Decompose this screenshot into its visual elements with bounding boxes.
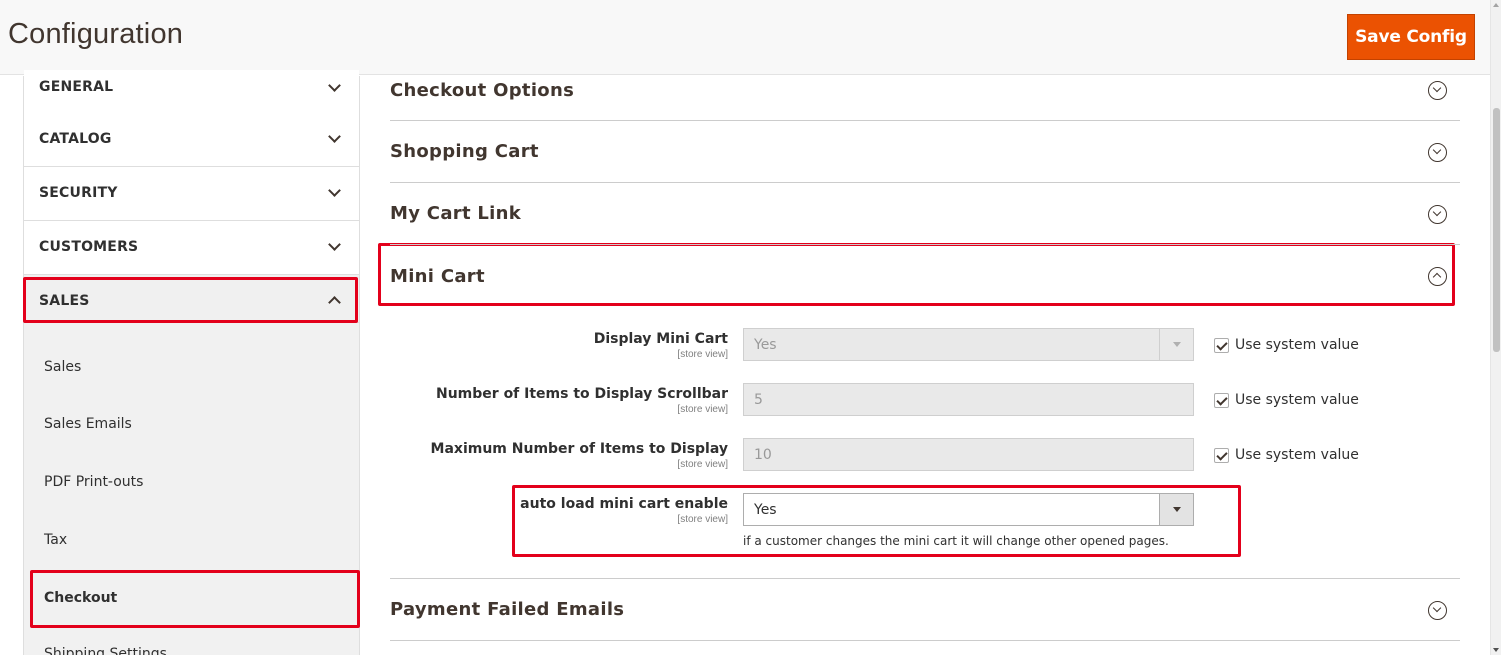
config-sidebar: GENERAL CATALOG SECURITY CUSTOMERS SALES… [23, 70, 360, 655]
sidebar-tab-catalog[interactable]: CATALOG [24, 112, 359, 167]
scroll-up-arrow-icon[interactable] [1493, 3, 1499, 7]
section-title: Shopping Cart [390, 141, 539, 162]
scrollbar-thumb[interactable] [1493, 108, 1500, 352]
dropdown-arrow-icon [1159, 329, 1193, 360]
sidebar-tab-label: CUSTOMERS [39, 239, 139, 255]
field-display-mini-cart: Display Mini Cart [store view] Yes Use s… [390, 328, 1460, 381]
max-items-input: 10 [743, 438, 1194, 471]
use-system-value-checkbox[interactable]: Use system value [1214, 337, 1359, 353]
chevron-down-icon [328, 130, 341, 143]
sidebar-item-sales[interactable]: Sales [44, 359, 81, 375]
checkbox-label: Use system value [1235, 447, 1359, 463]
auto-load-mini-cart-select[interactable]: Yes [743, 493, 1194, 526]
expand-circle-icon[interactable] [1428, 205, 1447, 224]
sidebar-item-tax[interactable]: Tax [44, 532, 67, 548]
page-scrollbar[interactable] [1490, 0, 1501, 655]
field-note: if a customer changes the mini cart it w… [743, 534, 1169, 548]
chevron-down-icon [328, 184, 341, 197]
section-title: Checkout Options [390, 80, 575, 101]
field-label: Display Mini Cart [593, 331, 728, 347]
highlight-box-checkout-item [30, 570, 360, 628]
checkbox-checked-icon[interactable] [1214, 392, 1229, 408]
scope-label: [store view] [677, 404, 728, 415]
page-title: Configuration [8, 18, 184, 50]
select-value: Yes [754, 502, 777, 518]
field-items-scrollbar: Number of Items to Display Scrollbar [st… [390, 383, 1460, 436]
field-label: Number of Items to Display Scrollbar [436, 386, 728, 402]
section-title[interactable]: Mini Cart [390, 266, 485, 287]
expand-circle-icon[interactable] [1428, 601, 1447, 620]
checkbox-checked-icon[interactable] [1214, 447, 1229, 463]
section-shopping-cart[interactable]: Shopping Cart [390, 121, 1460, 183]
field-label: auto load mini cart enable [520, 496, 728, 512]
sidebar-tab-customers[interactable]: CUSTOMERS [24, 221, 359, 275]
sidebar-tab-label: CATALOG [39, 131, 112, 147]
use-system-value-checkbox[interactable]: Use system value [1214, 447, 1359, 463]
sidebar-item-pdf-printouts[interactable]: PDF Print-outs [44, 474, 143, 490]
sidebar-tab-label: SECURITY [39, 185, 118, 201]
sidebar-item-sales-emails[interactable]: Sales Emails [44, 416, 132, 432]
select-value: Yes [754, 337, 777, 353]
input-value: 5 [754, 392, 763, 408]
collapse-circle-icon[interactable] [1428, 267, 1447, 286]
scope-label: [store view] [677, 514, 728, 525]
page-header: Configuration Save Config [0, 0, 1490, 75]
scope-label: [store view] [677, 459, 728, 470]
field-auto-load-mini-cart: auto load mini cart enable [store view] … [390, 493, 1460, 548]
highlight-box-sales-tab [23, 277, 358, 323]
checkbox-label: Use system value [1235, 337, 1359, 353]
dropdown-arrow-icon[interactable] [1159, 494, 1193, 525]
display-mini-cart-select: Yes [743, 328, 1194, 361]
input-value: 10 [754, 447, 772, 463]
field-label: Maximum Number of Items to Display [430, 441, 728, 457]
chevron-down-icon [328, 79, 341, 92]
sidebar-tab-security[interactable]: SECURITY [24, 167, 359, 221]
checkbox-label: Use system value [1235, 392, 1359, 408]
section-title: My Cart Link [390, 203, 522, 224]
section-title: Payment Failed Emails [390, 599, 625, 620]
section-checkout-options[interactable]: Checkout Options [390, 76, 1460, 121]
section-my-cart-link[interactable]: My Cart Link [390, 183, 1460, 245]
scope-label: [store view] [677, 349, 728, 360]
chevron-down-icon [328, 238, 341, 251]
scroll-down-arrow-icon[interactable] [1493, 648, 1499, 652]
use-system-value-checkbox[interactable]: Use system value [1214, 392, 1359, 408]
save-config-button[interactable]: Save Config [1347, 14, 1475, 60]
expand-circle-icon[interactable] [1428, 81, 1447, 100]
checkbox-checked-icon[interactable] [1214, 337, 1229, 353]
section-payment-failed-emails[interactable]: Payment Failed Emails [390, 579, 1460, 641]
expand-circle-icon[interactable] [1428, 143, 1447, 162]
field-max-items: Maximum Number of Items to Display [stor… [390, 438, 1460, 491]
items-scrollbar-input: 5 [743, 383, 1194, 416]
sidebar-item-shipping-settings[interactable]: Shipping Settings [44, 646, 167, 655]
sidebar-tab-label: GENERAL [39, 79, 114, 95]
